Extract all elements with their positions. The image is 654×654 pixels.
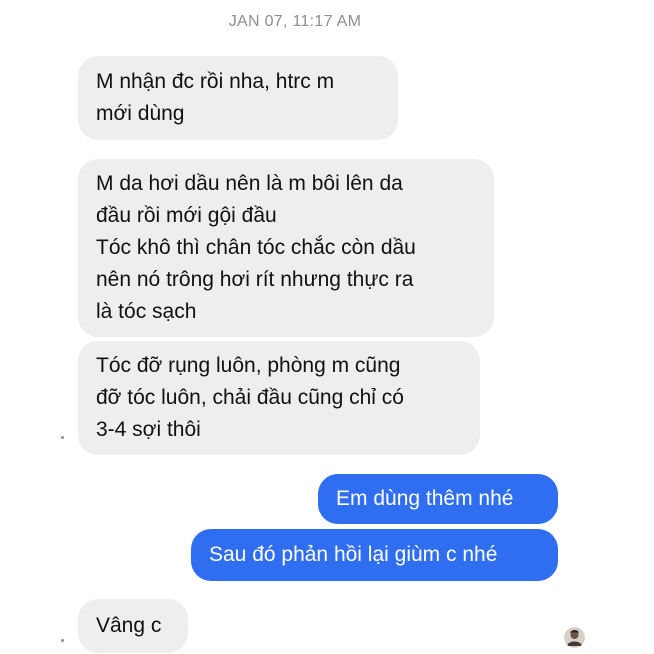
outgoing-message[interactable]: Em dùng thêm nhé — [318, 474, 558, 524]
incoming-message[interactable]: M da hơi dầu nên là m bôi lên da đầu rồi… — [78, 159, 494, 337]
outgoing-message[interactable]: Sau đó phản hồi lại giùm c nhé — [191, 529, 558, 581]
read-receipt-dot — [61, 436, 64, 439]
message-timestamp: JAN 07, 11:17 AM — [228, 13, 362, 30]
chat-thread: JAN 07, 11:17 AM M nhận đc rồi nha, htrc… — [0, 0, 654, 654]
incoming-message[interactable]: M nhận đc rồi nha, htrc m mới dùng — [78, 56, 398, 140]
incoming-message[interactable]: Vâng c — [78, 599, 188, 653]
profile-avatar-icon[interactable] — [564, 627, 585, 648]
incoming-message[interactable]: Tóc đỡ rụng luôn, phòng m cũng đỡ tóc lu… — [78, 341, 480, 455]
read-receipt-dot — [61, 639, 64, 642]
